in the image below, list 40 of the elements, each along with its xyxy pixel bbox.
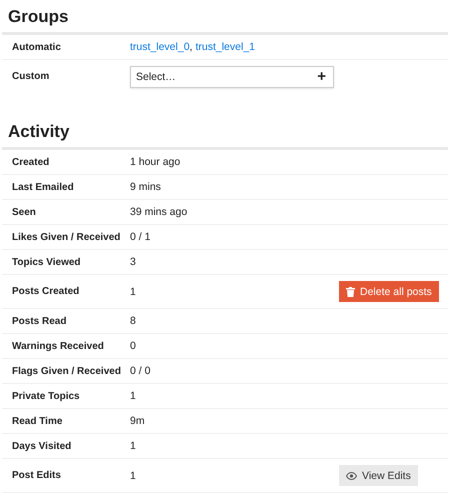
stat-value: 1 [130,440,137,452]
stat-value: 1 [130,390,137,402]
stat-value: 9 mins [130,181,162,193]
stat-label: Created [11,156,50,168]
stat-value: 8 [130,315,137,327]
delete-button[interactable]: Delete all posts [339,281,439,302]
group-link[interactable]: trust_level_0 [130,41,190,53]
view-button[interactable]: View Edits [339,465,418,486]
stat-value: 1 [130,470,137,482]
stat-value: 0 / 0 [130,365,152,377]
stat-value: 39 mins ago [130,206,188,218]
stat-label: Posts Read [11,316,68,326]
stat-value: 1 [130,286,137,298]
trash-icon [346,286,355,296]
stat-label: Private Topics [11,390,81,402]
stat-label: Warnings Received [11,340,105,352]
stat-label: Posts Created [11,286,80,297]
eye-icon [346,472,357,480]
group-select[interactable]: Select… + [130,66,334,88]
select-placeholder: Select… [136,70,176,82]
field-label: Custom [11,71,50,82]
stat-label: Seen [11,206,37,218]
stat-value: 0 / 1 [130,231,152,243]
stat-label: Post Edits [11,470,62,481]
stat-label: Days Visited [11,440,72,452]
stat-label: Read Time [11,416,64,426]
stat-label: Likes Given / Received [11,232,122,242]
stat-value: 3 [130,256,137,268]
stat-label: Last Emailed [11,182,75,192]
add-icon[interactable]: + [317,68,326,85]
section-title: Activity [2,115,448,150]
section-title: Groups [2,0,448,35]
group-link[interactable]: trust_level_1 [195,41,256,53]
stat-label: Topics Viewed [11,256,82,268]
stat-value: 9m [130,415,146,427]
field-label: Automatic [11,42,62,52]
stat-value: 1 hour ago [130,156,182,168]
comma-separator: , [190,41,192,53]
stat-value: 0 [130,340,137,352]
stat-label: Flags Given / Received [11,366,122,376]
